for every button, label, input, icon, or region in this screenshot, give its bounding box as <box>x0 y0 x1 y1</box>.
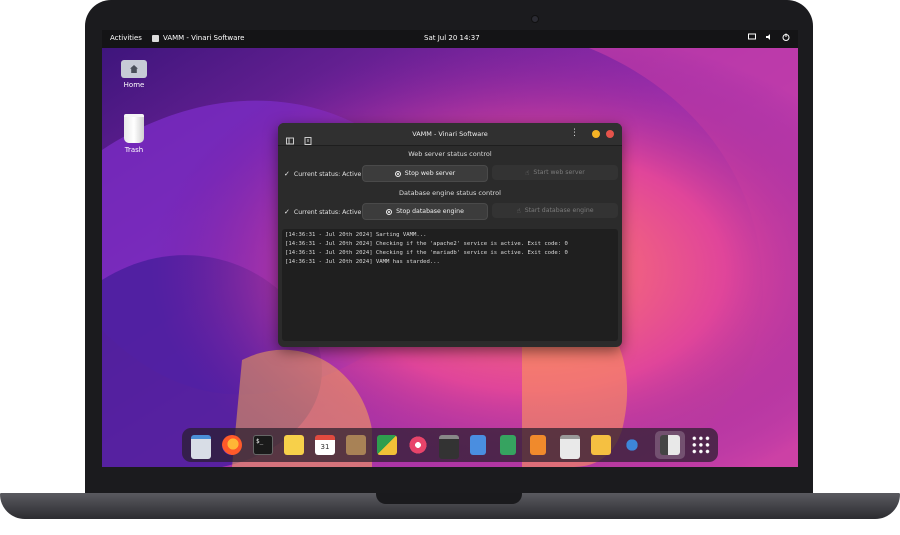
power-icon <box>782 33 790 41</box>
desktop-home[interactable]: Home <box>109 60 159 89</box>
db-status-text: Current status: Active <box>293 208 362 216</box>
web-section-title: Web server status control <box>408 150 492 158</box>
desktop-trash[interactable]: Trash <box>109 114 159 154</box>
mail-icon[interactable] <box>591 435 611 455</box>
window-headerbar: VAMM - Vinari Software ⋮ <box>278 123 622 146</box>
dock: $_ 31 <box>182 428 718 462</box>
app-grid-icon[interactable] <box>691 435 711 455</box>
radio-icon <box>386 208 393 215</box>
firefox-icon[interactable] <box>222 435 242 455</box>
web-status: ✓ Current status: Active <box>284 170 361 178</box>
app-menu[interactable]: VAMM - Vinari Software <box>152 34 244 42</box>
log-line: [14:36:31 - Jul 20th 2024] Sarting VAMM.… <box>285 232 427 238</box>
db-section-title: Database engine status control <box>399 189 501 197</box>
web-status-text: Current status: Active <box>293 170 362 178</box>
trash-icon <box>124 114 144 143</box>
store-icon[interactable] <box>377 435 397 455</box>
photo-icon[interactable] <box>408 435 428 455</box>
home-label: Home <box>123 81 145 89</box>
software-icon[interactable] <box>560 435 580 459</box>
vamm-icon[interactable] <box>660 435 680 455</box>
clock[interactable]: Sat Jul 20 14:37 <box>424 34 480 42</box>
stop-web-server-label: Stop web server <box>404 170 456 177</box>
terminal-icon[interactable]: $_ <box>253 435 273 455</box>
volume-icon <box>765 33 773 41</box>
top-bar: Activities VAMM - Vinari Software Sat Ju… <box>102 30 798 48</box>
start-web-server-button[interactable]: ☝ Start web server <box>492 165 618 180</box>
settings-icon[interactable] <box>622 435 642 455</box>
log-line: [14:36:31 - Jul 20th 2024] Checking if t… <box>285 250 568 256</box>
notes-icon[interactable] <box>284 435 304 455</box>
screen-icon <box>748 33 756 41</box>
slides-icon[interactable] <box>530 435 546 455</box>
app-menu-label: VAMM - Vinari Software <box>163 34 245 42</box>
menu-icon[interactable]: ⋮ <box>570 128 579 139</box>
log-output[interactable]: [14:36:31 - Jul 20th 2024] Sarting VAMM.… <box>282 229 618 341</box>
trash-label: Trash <box>124 146 144 154</box>
close-button[interactable] <box>606 130 614 138</box>
log-line: [14:36:31 - Jul 20th 2024] Checking if t… <box>285 241 568 247</box>
stop-web-server-button[interactable]: Stop web server <box>362 165 488 182</box>
check-icon: ✓ <box>284 170 290 178</box>
db-status: ✓ Current status: Active <box>284 208 361 216</box>
stop-database-button[interactable]: Stop database engine <box>362 203 488 220</box>
home-folder-icon <box>121 60 147 78</box>
calendar-icon[interactable]: 31 <box>315 435 335 455</box>
radio-icon <box>394 170 401 177</box>
start-database-label: Start database engine <box>524 207 594 214</box>
docs-icon[interactable] <box>470 435 486 455</box>
laptop-notch <box>376 493 522 504</box>
pointer-icon: ☝ <box>516 206 521 215</box>
sheets-icon[interactable] <box>500 435 516 455</box>
webcam <box>531 15 539 23</box>
system-tray[interactable] <box>748 33 790 41</box>
start-web-server-label: Start web server <box>533 169 585 176</box>
stop-database-label: Stop database engine <box>396 208 464 215</box>
files-icon[interactable] <box>191 435 211 459</box>
contacts-icon[interactable] <box>346 435 366 455</box>
log-line: [14:36:31 - Jul 20th 2024] VAMM has star… <box>285 259 440 265</box>
video-icon[interactable] <box>439 435 459 459</box>
check-icon: ✓ <box>284 208 290 216</box>
vamm-app-icon <box>152 34 159 42</box>
pointer-icon: ☝ <box>525 168 530 177</box>
minimize-button[interactable] <box>592 130 600 138</box>
start-database-button[interactable]: ☝ Start database engine <box>492 203 618 218</box>
desktop-screen: Activities VAMM - Vinari Software Sat Ju… <box>102 30 798 467</box>
activities-button[interactable]: Activities <box>110 34 142 42</box>
vamm-window: VAMM - Vinari Software ⋮ Web server stat… <box>278 123 622 347</box>
